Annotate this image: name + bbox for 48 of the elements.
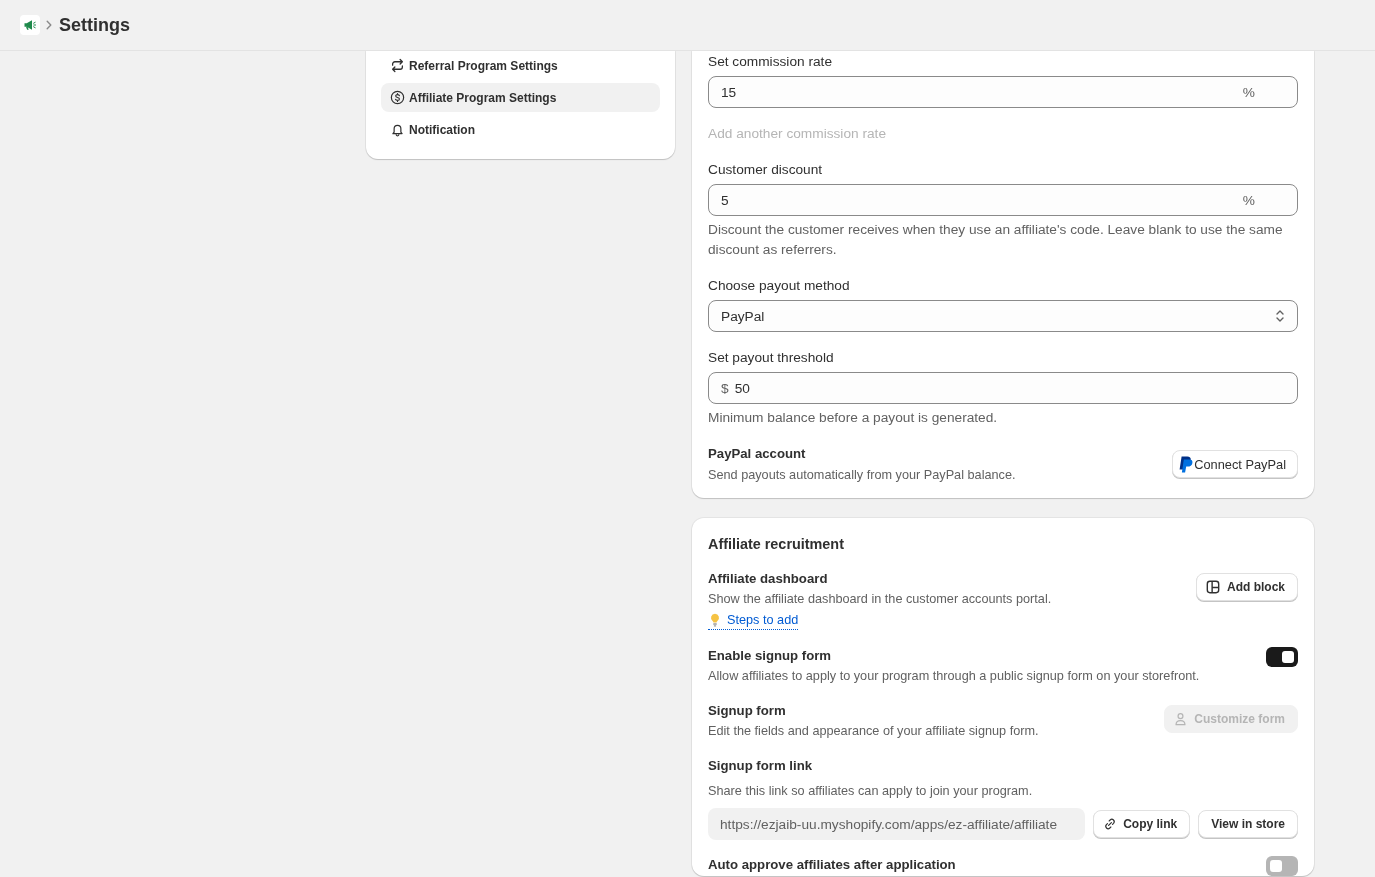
url-field[interactable]: https://ezjaib-uu.myshopify.com/apps/ez-affiliate/affiliate [708, 808, 1086, 840]
section-title: Enable signup form [708, 647, 833, 665]
paypal-logo-icon [1179, 455, 1194, 473]
repeat-arrows-icon [390, 58, 405, 73]
section-title: PayPal account [708, 445, 807, 463]
section-title: Signup form link [708, 757, 814, 775]
chevron-right-icon [46, 20, 52, 30]
toggle-switch[interactable] [1266, 647, 1298, 667]
section-title: Affiliate dashboard [708, 570, 829, 588]
bell-icon [390, 122, 405, 137]
toggle-switch[interactable] [1266, 856, 1298, 876]
help-text: Discount the customer receives when they use an affiliate's code. Leave blank to use the same discount as referrers. [708, 221, 1284, 259]
unit-suffix: % [1242, 192, 1255, 208]
section-description: Send payouts automatically from your PayPal balance. [708, 467, 1016, 484]
select-arrows-icon [1275, 308, 1285, 324]
nav-item[interactable]: Notification [381, 115, 660, 144]
copy-link-button[interactable]: Copy link [1093, 810, 1191, 838]
megaphone-icon [20, 15, 40, 35]
section-description: Allow affiliates to apply to your program through a public signup form on your storefront. [708, 668, 1200, 685]
payout-threshold-field[interactable]: $ 50 [708, 372, 1298, 404]
add-block-button[interactable]: Add block [1196, 573, 1298, 601]
person-icon [1174, 712, 1188, 726]
currency-prefix: $ [721, 380, 729, 396]
section-description: Show the affiliate dashboard in the customer accounts portal. [708, 591, 1052, 608]
card-title: Affiliate recruitment [708, 535, 845, 554]
nav-item[interactable]: Affiliate Program Settings [381, 83, 660, 112]
field-label: Choose payout method [708, 277, 850, 295]
nav-item[interactable]: Referral Program Settings [381, 51, 660, 80]
field-label: Customer discount [708, 161, 823, 179]
unit-suffix: % [1242, 84, 1255, 100]
field-label: Set payout threshold [708, 349, 834, 367]
connect-paypal-button[interactable]: Connect PayPal [1172, 450, 1298, 478]
link-icon [1103, 817, 1118, 831]
dollar-circle-icon [390, 90, 405, 105]
field-label: Set commission rate [708, 53, 832, 71]
section-title: Signup form [708, 702, 787, 720]
payout-method-select[interactable]: PayPal [708, 300, 1298, 332]
view-in-store-button[interactable]: View in store [1198, 810, 1298, 838]
help-text: Minimum balance before a payout is generated. [708, 409, 999, 427]
commission-rate-field[interactable]: 15 % [708, 76, 1298, 108]
section-title: Auto approve affiliates after application [708, 856, 956, 874]
page-title: Settings [59, 14, 130, 37]
customer-discount-field[interactable]: 5 % [708, 184, 1298, 216]
section-description: Share this link so affiliates can apply to join your program. [708, 783, 1034, 800]
lightbulb-icon [710, 613, 720, 627]
steps-to-add-link[interactable]: Steps to add [708, 611, 799, 630]
section-description: Edit the fields and appearance of your affiliate signup form. [708, 723, 1039, 740]
layout-grid-icon [1206, 580, 1220, 594]
